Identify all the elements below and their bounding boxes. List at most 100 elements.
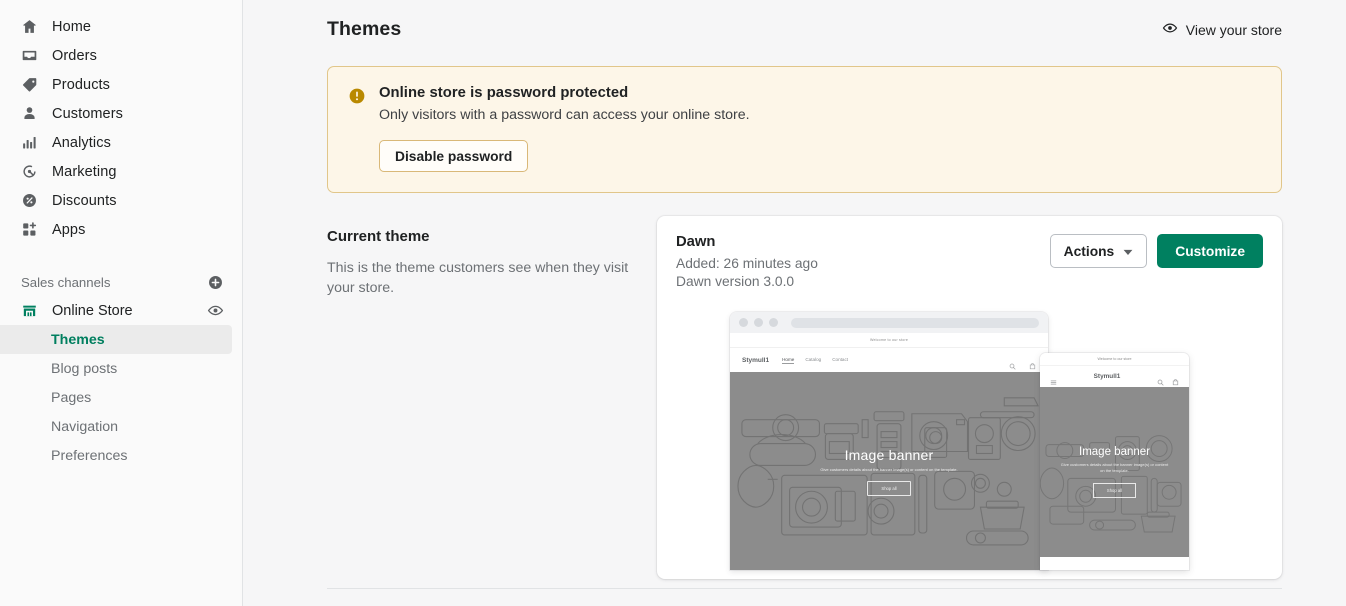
hero-title: Image banner [844,446,934,463]
sidebar: Home Orders Products Customers Analytics [0,0,243,606]
hero-overlay: Image banner Give customers details abou… [730,372,1048,570]
theme-version: Dawn version 3.0.0 [676,274,795,289]
view-your-store-label: View your store [1185,21,1282,38]
customize-button[interactable]: Customize [1157,234,1263,268]
sidebar-item-label: Analytics [52,134,111,151]
hero-subtitle: Give customers details about the banner … [1060,461,1169,473]
nav-link-catalog: Catalog [805,356,822,362]
sidebar-item-label: Orders [52,47,97,64]
analytics-bar-chart-icon [21,134,38,151]
section-divider [327,588,1282,589]
sidebar-item-blog-posts[interactable]: Blog posts [0,354,232,383]
store-nav-links: Home Catalog Contact [782,357,848,364]
desktop-store-nav: Stymull1 Home Catalog Contact [730,348,1048,372]
mobile-store-nav: Stymull1 [1040,366,1189,387]
mobile-preview[interactable]: Welcome to our store Stymull1 Image bann… [1040,353,1189,570]
sales-channels-header: Sales channels [0,268,242,296]
current-theme-heading: Current theme [327,228,430,245]
hero-subtitle: Give customers details about the banner … [820,466,958,472]
sidebar-item-themes[interactable]: Themes [0,325,232,354]
theme-card-buttons: Actions Customize [1049,234,1263,268]
browser-chrome [730,312,1048,333]
nav-link-contact: Contact [832,356,849,362]
storefront-icon [21,302,38,319]
apps-grid-plus-icon [21,221,38,238]
discounts-percent-icon [21,192,38,209]
hero-shop-all-button: Shop all [867,480,911,496]
sidebar-item-label: Discounts [52,192,117,209]
store-logo: Stymull1 [1093,373,1121,380]
banner-title: Online store is password protected [379,85,629,101]
sidebar-item-products[interactable]: Products [0,70,242,99]
sidebar-item-orders[interactable]: Orders [0,41,242,70]
desktop-hero-banner: Image banner Give customers details abou… [730,372,1048,570]
sidebar-subitem-label: Pages [51,389,92,406]
online-store-label: Online Store [52,302,133,319]
page-header: Themes View your store [243,0,1346,41]
chevron-down-icon [1123,244,1133,259]
banner-subtitle: Only visitors with a password can access… [379,107,750,123]
alert-circle-icon [348,87,366,172]
sidebar-item-navigation[interactable]: Navigation [0,412,232,441]
page-title: Themes [327,18,402,40]
store-logo: Stymull1 [742,356,770,364]
theme-card: Dawn Added: 26 minutes ago Dawn version … [657,216,1282,579]
current-theme-info: Current theme This is the theme customer… [327,216,657,298]
disable-password-button[interactable]: Disable password [379,140,529,172]
window-dot-icon [754,318,763,327]
view-your-store-link[interactable]: View your store [1162,20,1282,39]
sidebar-item-apps[interactable]: Apps [0,215,242,244]
sidebar-subitem-label: Navigation [51,418,119,435]
sidebar-item-label: Marketing [52,163,117,180]
plus-circle-icon[interactable] [207,274,224,291]
products-tag-icon [21,76,38,93]
window-dot-icon [739,318,748,327]
hamburger-icon [1050,373,1057,385]
search-icon [1157,373,1164,386]
search-icon [1009,357,1016,370]
mobile-hero-overlay: Image banner Give customers details abou… [1040,387,1189,557]
current-theme-description: This is the theme customers see when the… [327,260,629,297]
mobile-announcement-bar: Welcome to our store [1040,353,1189,366]
address-bar [791,317,1039,328]
mobile-hero-banner: Image banner Give customers details abou… [1040,387,1189,557]
sidebar-subitem-label: Blog posts [51,360,118,377]
cart-icon [1172,373,1179,386]
main-content: Themes View your store Online store is p… [243,0,1346,606]
eye-icon[interactable] [207,302,224,319]
sidebar-item-label: Home [52,18,92,35]
sidebar-item-online-store[interactable]: Online Store [0,296,242,325]
customers-person-icon [21,105,38,122]
actions-label: Actions [1063,243,1115,259]
sidebar-subitem-label: Preferences [51,447,128,464]
desktop-announcement-bar: Welcome to our store [730,333,1048,348]
shopify-admin-page: Home Orders Products Customers Analytics [0,0,1346,606]
sidebar-item-label: Products [52,76,111,93]
window-dot-icon [769,318,778,327]
sales-channels-title: Sales channels [21,274,111,290]
sidebar-item-home[interactable]: Home [0,12,242,41]
theme-meta: Dawn Added: 26 minutes ago Dawn version … [676,234,818,289]
home-icon [21,18,38,35]
theme-preview-stage: Welcome to our store Stymull1 Home Catal… [657,312,1282,579]
marketing-target-icon [21,163,38,180]
hero-title: Image banner [1079,445,1150,458]
sidebar-subitem-label: Themes [51,331,105,348]
sidebar-item-marketing[interactable]: Marketing [0,157,242,186]
orders-icon [21,47,38,64]
sidebar-item-preferences[interactable]: Preferences [0,441,232,470]
actions-button[interactable]: Actions [1049,234,1148,268]
cart-icon [1029,357,1036,369]
hero-shop-all-button: Shop all [1092,483,1137,499]
sidebar-item-label: Apps [52,221,86,238]
sidebar-item-pages[interactable]: Pages [0,383,232,412]
sidebar-item-discounts[interactable]: Discounts [0,186,242,215]
eye-icon [1162,20,1178,39]
theme-name: Dawn [676,234,716,250]
theme-card-header: Dawn Added: 26 minutes ago Dawn version … [676,234,1263,289]
desktop-preview[interactable]: Welcome to our store Stymull1 Home Catal… [730,312,1048,570]
current-theme-section: Current theme This is the theme customer… [327,216,1282,579]
sidebar-item-analytics[interactable]: Analytics [0,128,242,157]
sidebar-item-customers[interactable]: Customers [0,99,242,128]
theme-added: Added: 26 minutes ago [676,256,818,271]
